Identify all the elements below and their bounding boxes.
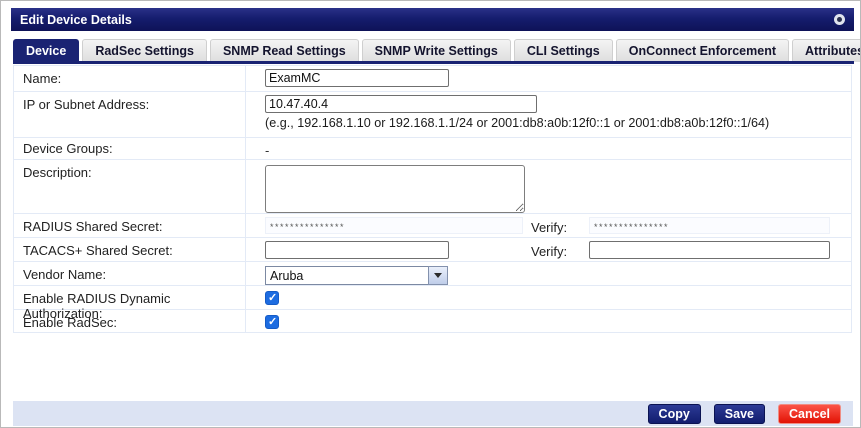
tacacs-secret-label: TACACS+ Shared Secret: xyxy=(14,238,245,258)
vendor-selected-value[interactable] xyxy=(265,266,428,285)
dialog-title: Edit Device Details xyxy=(20,13,132,27)
tab-snmp-write-settings[interactable]: SNMP Write Settings xyxy=(362,39,511,62)
dynamic-authorization-checkbox[interactable] xyxy=(265,291,279,305)
tab-onconnect-enforcement[interactable]: OnConnect Enforcement xyxy=(616,39,789,62)
device-groups-row: Device Groups: - xyxy=(14,138,851,160)
tab-cli-settings[interactable]: CLI Settings xyxy=(514,39,613,62)
tab-underline xyxy=(13,61,854,64)
name-input[interactable] xyxy=(265,69,449,87)
tab-device[interactable]: Device xyxy=(13,39,79,62)
description-row: Description: xyxy=(14,160,851,214)
enable-radsec-row: Enable RadSec: xyxy=(14,310,851,333)
edit-device-details-dialog: Edit Device Details Device RadSec Settin… xyxy=(0,0,861,428)
radius-secret-label: RADIUS Shared Secret: xyxy=(14,214,245,234)
tacacs-verify-label: Verify: xyxy=(531,244,567,259)
tab-bar: Device RadSec Settings SNMP Read Setting… xyxy=(13,38,861,62)
tab-snmp-read-settings[interactable]: SNMP Read Settings xyxy=(210,39,359,62)
vendor-dropdown[interactable] xyxy=(265,266,851,285)
tacacs-verify-input[interactable] xyxy=(589,241,830,259)
tacacs-secret-input[interactable] xyxy=(265,241,449,259)
dropdown-arrow-button[interactable] xyxy=(428,266,448,285)
ip-hint: (e.g., 192.168.1.10 or 192.168.1.1/24 or… xyxy=(265,116,851,130)
ip-label: IP or Subnet Address: xyxy=(14,92,245,112)
cancel-button[interactable]: Cancel xyxy=(778,404,841,424)
chevron-down-icon xyxy=(434,273,442,278)
radius-secret-row: RADIUS Shared Secret: Verify: xyxy=(14,214,851,238)
ip-row: IP or Subnet Address: (e.g., 192.168.1.1… xyxy=(14,92,851,138)
vendor-row: Vendor Name: xyxy=(14,262,851,286)
vendor-label: Vendor Name: xyxy=(14,262,245,282)
device-groups-label: Device Groups: xyxy=(14,138,245,156)
description-label: Description: xyxy=(14,160,245,180)
tacacs-secret-row: TACACS+ Shared Secret: Verify: xyxy=(14,238,851,262)
enable-radsec-checkbox[interactable] xyxy=(265,315,279,329)
device-groups-value: - xyxy=(265,141,851,158)
device-form: Name: IP or Subnet Address: (e.g., 192.1… xyxy=(13,65,852,333)
save-button[interactable]: Save xyxy=(714,404,765,424)
dynamic-authorization-row: Enable RADIUS Dynamic Authorization: xyxy=(14,286,851,310)
tab-radsec-settings[interactable]: RadSec Settings xyxy=(82,39,207,62)
enable-radsec-label: Enable RadSec: xyxy=(14,310,245,330)
name-label: Name: xyxy=(14,66,245,86)
radius-verify-input[interactable] xyxy=(589,217,830,234)
radius-verify-label: Verify: xyxy=(531,220,567,235)
tab-attributes[interactable]: Attributes xyxy=(792,39,861,62)
description-textarea[interactable] xyxy=(265,165,525,213)
dialog-titlebar: Edit Device Details xyxy=(11,8,854,31)
ip-input[interactable] xyxy=(265,95,537,113)
copy-button[interactable]: Copy xyxy=(648,404,701,424)
radius-secret-input[interactable] xyxy=(265,217,523,234)
close-icon[interactable] xyxy=(834,14,845,25)
name-row: Name: xyxy=(14,66,851,92)
dialog-footer: Copy Save Cancel xyxy=(13,401,853,426)
